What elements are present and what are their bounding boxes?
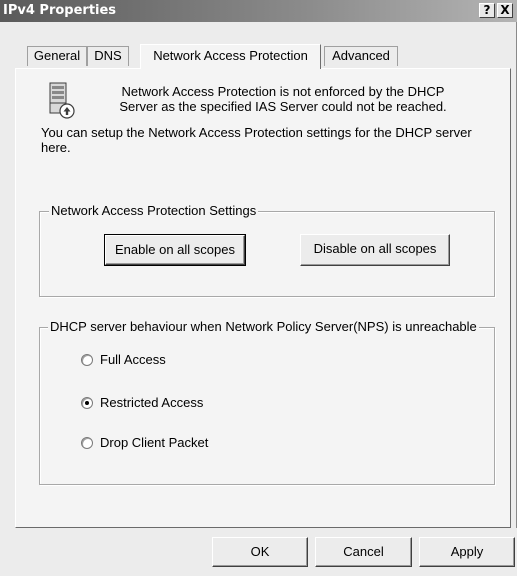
tab-general[interactable]: General [27,46,87,66]
nap-info-message: Network Access Protection is not enforce… [119,84,447,114]
cancel-button[interactable]: Cancel [315,537,412,567]
title-bar[interactable]: IPv4 Properties ? X [0,0,517,22]
apply-button[interactable]: Apply [419,537,515,567]
drop-client-packet-radio[interactable] [81,437,93,449]
nap-description: You can setup the Network Access Protect… [41,125,472,155]
restricted-access-radio[interactable] [81,397,93,409]
restricted-access-label[interactable]: Restricted Access [100,395,203,411]
enable-all-scopes-button[interactable]: Enable on all scopes [104,234,246,266]
tab-network-access-protection[interactable]: Network Access Protection [140,44,321,69]
full-access-radio[interactable] [81,354,93,366]
full-access-label[interactable]: Full Access [100,352,166,368]
dialog-title: IPv4 Properties [3,3,117,18]
disable-all-scopes-button[interactable]: Disable on all scopes [300,234,450,266]
close-button[interactable]: X [497,3,513,18]
drop-client-packet-label[interactable]: Drop Client Packet [100,435,208,451]
radio-selected-dot [85,401,89,405]
tab-advanced[interactable]: Advanced [324,46,398,66]
nap-settings-legend: Network Access Protection Settings [49,203,259,219]
help-button[interactable]: ? [479,3,495,18]
tab-dns[interactable]: DNS [87,46,129,66]
server-warning-icon [49,82,75,119]
dhcp-behaviour-legend: DHCP server behaviour when Network Polic… [48,319,479,335]
nap-settings-group: Network Access Protection Settings Enabl… [39,203,495,297]
ipv4-properties-dialog: IPv4 Properties ? X General DNS Advanced… [0,0,517,576]
ok-button[interactable]: OK [212,537,308,567]
